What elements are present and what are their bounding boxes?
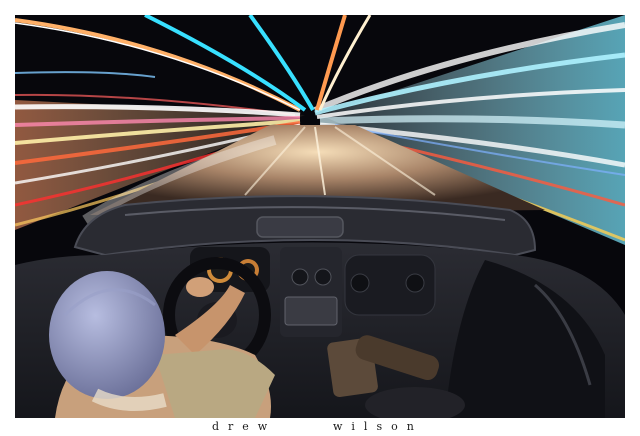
rearview-mirror [256,216,344,238]
radio-unit [284,296,338,326]
photographer-last-name: wilson [333,420,423,433]
photograph [15,15,625,418]
photographer-first-name: drew [212,420,277,433]
